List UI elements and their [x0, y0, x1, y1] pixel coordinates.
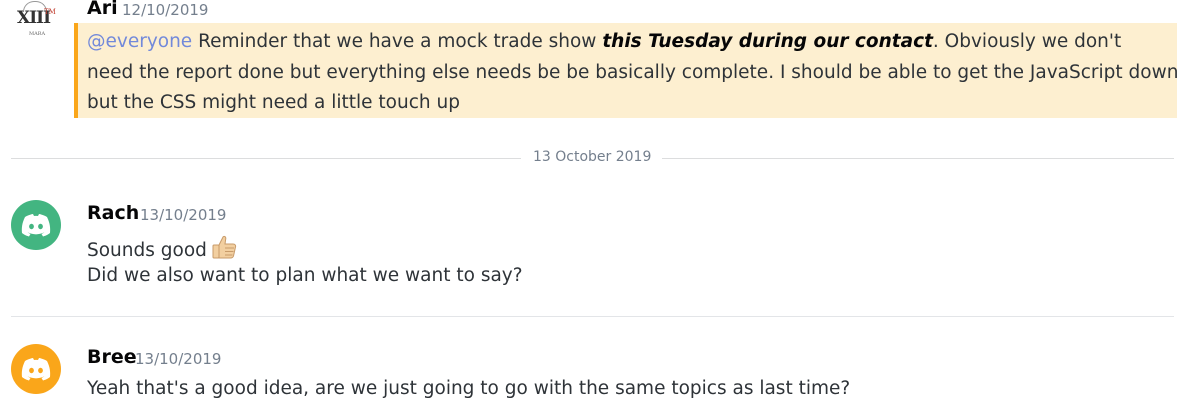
thumbs-up-icon — [211, 235, 237, 264]
discord-logo-icon — [21, 214, 51, 237]
divider-rule-right — [662, 158, 1174, 159]
bree-avatar[interactable] — [11, 344, 61, 394]
author-bree[interactable]: Bree — [87, 346, 137, 368]
day-divider-label: 13 October 2019 — [533, 149, 652, 165]
everyone-mention[interactable]: @everyone — [87, 31, 192, 52]
ari-logo-sub: MARA — [29, 31, 46, 37]
message-rach-line-1: Sounds good — [87, 235, 237, 264]
ari-avatar[interactable]: XIII TM MARA — [11, 0, 61, 40]
rach-avatar[interactable] — [11, 200, 61, 250]
message-ari-text-1b: . Obviously we don't — [932, 31, 1122, 52]
chat-log: XIII TM MARA Ari 12/10/2019 @everyone Re… — [0, 0, 1192, 419]
author-ari[interactable]: Ari — [87, 0, 118, 19]
timestamp-bree: 13/10/2019 — [135, 350, 222, 368]
timestamp-ari: 12/10/2019 — [122, 1, 209, 19]
discord-logo-icon — [21, 358, 51, 381]
message-ari-text-1a: Reminder that we have a mock trade show — [192, 31, 603, 52]
message-ari-line-2: need the report done but everything else… — [87, 62, 1179, 83]
message-rach-line-2: Did we also want to plan what we want to… — [87, 265, 523, 286]
author-rach[interactable]: Rach — [87, 202, 139, 224]
message-bree-line-1: Yeah that's a good idea, are we just goi… — [87, 378, 851, 399]
timestamp-rach: 13/10/2019 — [140, 206, 227, 224]
divider-rule-left — [11, 158, 521, 159]
day-divider: 13 October 2019 — [11, 149, 1174, 165]
message-ari-line-3: but the CSS might need a little touch up — [87, 92, 460, 113]
ari-logo-tm: TM — [44, 8, 56, 16]
message-group-separator — [11, 316, 1174, 317]
message-ari-line-1: @everyone Reminder that we have a mock t… — [87, 31, 1121, 52]
message-ari-emphasis: this Tuesday during our contact — [602, 31, 933, 52]
message-rach-text-1: Sounds good — [87, 240, 207, 261]
ari-logo-icon: XIII TM MARA — [11, 0, 61, 40]
